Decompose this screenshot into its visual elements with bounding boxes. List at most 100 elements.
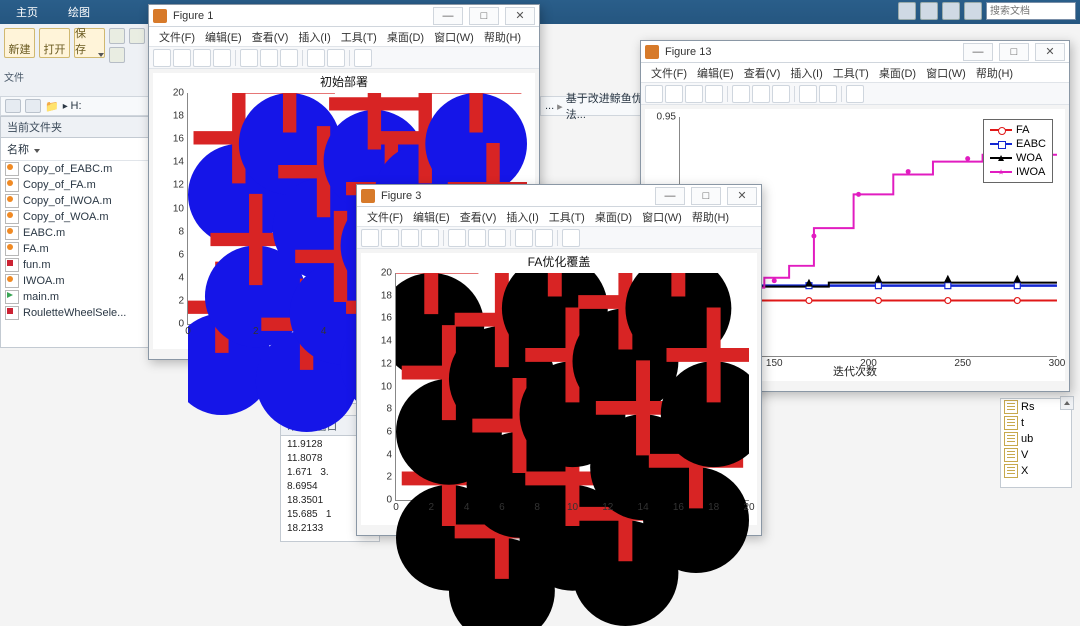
- ribbon-tab-home[interactable]: 主页: [8, 0, 46, 24]
- menu-item[interactable]: 帮助(H): [688, 207, 733, 227]
- save-fig-icon[interactable]: [685, 85, 703, 103]
- nav-fwd-button[interactable]: [25, 99, 41, 113]
- open-fig-icon[interactable]: [665, 85, 683, 103]
- legend-icon[interactable]: [846, 85, 864, 103]
- open-fig-icon[interactable]: [381, 229, 399, 247]
- rotate-icon[interactable]: [307, 49, 325, 67]
- x-tick: 0: [393, 500, 399, 513]
- close-button[interactable]: ✕: [727, 187, 757, 205]
- workspace-var-row[interactable]: t: [1001, 415, 1071, 431]
- data-cursor-icon[interactable]: [819, 85, 837, 103]
- new-fig-icon[interactable]: [153, 49, 171, 67]
- menu-item[interactable]: 帮助(H): [972, 63, 1017, 83]
- menu-item[interactable]: 查看(V): [248, 27, 293, 47]
- menu-item[interactable]: 桌面(D): [383, 27, 428, 47]
- print-fig-icon[interactable]: [421, 229, 439, 247]
- maximize-button[interactable]: □: [691, 187, 721, 205]
- menu-item[interactable]: 窗口(W): [922, 63, 970, 83]
- menu-item[interactable]: 帮助(H): [480, 27, 525, 47]
- help-icon[interactable]: [898, 2, 916, 20]
- menu-item[interactable]: 桌面(D): [591, 207, 636, 227]
- file-col-name[interactable]: 名称: [1, 138, 149, 161]
- rotate-icon[interactable]: [799, 85, 817, 103]
- minimize-button[interactable]: —: [433, 7, 463, 25]
- print-fig-icon[interactable]: [213, 49, 231, 67]
- maximize-button[interactable]: □: [999, 43, 1029, 61]
- nav-back-button[interactable]: [5, 99, 21, 113]
- print-icon[interactable]: [109, 47, 125, 63]
- menu-item[interactable]: 编辑(E): [201, 27, 246, 47]
- menu-item[interactable]: 查看(V): [456, 207, 501, 227]
- pan-icon[interactable]: [488, 229, 506, 247]
- legend-icon[interactable]: [562, 229, 580, 247]
- file-row[interactable]: Copy_of_EABC.m: [1, 161, 149, 177]
- edit-plot-icon[interactable]: [732, 85, 750, 103]
- menu-item[interactable]: 窗口(W): [430, 27, 478, 47]
- figure-13-legend[interactable]: FAEABCWOAIWOA: [983, 119, 1053, 183]
- menu-item[interactable]: 工具(T): [337, 27, 381, 47]
- file-row[interactable]: FA.m: [1, 241, 149, 257]
- new-fig-icon[interactable]: [645, 85, 663, 103]
- edit-plot-icon[interactable]: [448, 229, 466, 247]
- close-button[interactable]: ✕: [505, 7, 535, 25]
- new-script-button[interactable]: 新建: [4, 28, 35, 58]
- menu-item[interactable]: 查看(V): [740, 63, 785, 83]
- workspace-var-row[interactable]: V: [1001, 447, 1071, 463]
- legend-icon[interactable]: [354, 49, 372, 67]
- menu-item[interactable]: 窗口(W): [638, 207, 686, 227]
- open-fig-icon[interactable]: [173, 49, 191, 67]
- maximize-button[interactable]: □: [469, 7, 499, 25]
- menu-item[interactable]: 编辑(E): [409, 207, 454, 227]
- save-fig-icon[interactable]: [193, 49, 211, 67]
- favorites-icon[interactable]: [964, 2, 982, 20]
- figure-13-titlebar[interactable]: Figure 13 — □ ✕: [641, 41, 1069, 63]
- menu-item[interactable]: 编辑(E): [693, 63, 738, 83]
- file-row[interactable]: fun.m: [1, 257, 149, 273]
- new-fig-icon[interactable]: [361, 229, 379, 247]
- workspace-var-row[interactable]: X: [1001, 463, 1071, 479]
- doc-search-input[interactable]: [986, 2, 1076, 20]
- file-row[interactable]: main.m: [1, 289, 149, 305]
- community-icon[interactable]: [920, 2, 938, 20]
- addons-icon[interactable]: [942, 2, 960, 20]
- menu-item[interactable]: 桌面(D): [875, 63, 920, 83]
- menu-item[interactable]: 文件(F): [647, 63, 691, 83]
- minimize-button[interactable]: —: [963, 43, 993, 61]
- zoom-icon[interactable]: [260, 49, 278, 67]
- pan-icon[interactable]: [280, 49, 298, 67]
- file-row[interactable]: RouletteWheelSele...: [1, 305, 149, 321]
- file-row[interactable]: EABC.m: [1, 225, 149, 241]
- menu-item[interactable]: 工具(T): [829, 63, 873, 83]
- menu-item[interactable]: 文件(F): [155, 27, 199, 47]
- rotate-icon[interactable]: [515, 229, 533, 247]
- file-row[interactable]: IWOA.m: [1, 273, 149, 289]
- menu-item[interactable]: 插入(I): [786, 63, 826, 83]
- menu-item[interactable]: 插入(I): [502, 207, 542, 227]
- ribbon-tab-plots[interactable]: 绘图: [60, 0, 98, 24]
- compare-icon[interactable]: [109, 28, 125, 44]
- zoom-icon[interactable]: [752, 85, 770, 103]
- data-cursor-icon[interactable]: [535, 229, 553, 247]
- menu-item[interactable]: 文件(F): [363, 207, 407, 227]
- menu-item[interactable]: 插入(I): [294, 27, 334, 47]
- scroll-up-button[interactable]: [1060, 396, 1074, 410]
- zoom-icon[interactable]: [468, 229, 486, 247]
- pan-icon[interactable]: [772, 85, 790, 103]
- open-button[interactable]: 打开: [39, 28, 70, 58]
- workspace-var-row[interactable]: ub: [1001, 431, 1071, 447]
- file-row[interactable]: Copy_of_IWOA.m: [1, 193, 149, 209]
- figure-3-axes[interactable]: FA优化覆盖 +++++++++++++++ 20181614121086420…: [361, 253, 757, 525]
- save-button[interactable]: 保存: [74, 28, 105, 58]
- data-cursor-icon[interactable]: [327, 49, 345, 67]
- figure-3-titlebar[interactable]: Figure 3 — □ ✕: [357, 185, 761, 207]
- figure-1-titlebar[interactable]: Figure 1 — □ ✕: [149, 5, 539, 27]
- minimize-button[interactable]: —: [655, 187, 685, 205]
- menu-item[interactable]: 工具(T): [545, 207, 589, 227]
- save-fig-icon[interactable]: [401, 229, 419, 247]
- print-fig-icon[interactable]: [705, 85, 723, 103]
- close-button[interactable]: ✕: [1035, 43, 1065, 61]
- file-row[interactable]: Copy_of_FA.m: [1, 177, 149, 193]
- edit-plot-icon[interactable]: [240, 49, 258, 67]
- file-row[interactable]: Copy_of_WOA.m: [1, 209, 149, 225]
- find-files-icon[interactable]: [129, 28, 145, 44]
